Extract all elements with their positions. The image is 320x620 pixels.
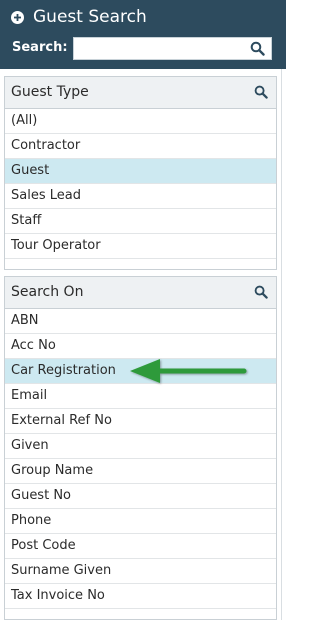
guest-type-list: (All) Contractor Guest Sales Lead Staff …: [5, 109, 276, 259]
search-icon[interactable]: [254, 285, 268, 299]
list-item-all[interactable]: (All): [5, 109, 276, 134]
list-item-abn[interactable]: ABN: [5, 309, 276, 334]
search-box[interactable]: [73, 37, 272, 60]
guest-type-header: Guest Type: [5, 77, 276, 109]
list-item-tax-invoice-no[interactable]: Tax Invoice No: [5, 584, 276, 609]
list-item-tour-operator[interactable]: Tour Operator: [5, 234, 276, 259]
search-on-panel: Search On ABN Acc No Car Registration Em…: [4, 276, 277, 620]
list-item-guest-no[interactable]: Guest No: [5, 484, 276, 509]
search-on-header: Search On: [5, 277, 276, 309]
search-icon[interactable]: [254, 85, 268, 99]
list-item-guest[interactable]: Guest: [5, 159, 276, 184]
search-on-title: Search On: [11, 284, 84, 300]
list-item-staff[interactable]: Staff: [5, 209, 276, 234]
header-bar: Guest Search Search:: [0, 0, 286, 69]
guest-type-panel: Guest Type (All) Contractor Guest Sales …: [4, 76, 277, 270]
left-arrow-icon: [130, 359, 247, 383]
header-title-row: Guest Search: [11, 6, 147, 28]
list-item-group-name[interactable]: Group Name: [5, 459, 276, 484]
list-item-surname-given[interactable]: Surname Given: [5, 559, 276, 584]
search-input[interactable]: [78, 40, 238, 57]
search-icon[interactable]: [250, 41, 265, 56]
list-item-sales-lead[interactable]: Sales Lead: [5, 184, 276, 209]
list-item-contractor[interactable]: Contractor: [5, 134, 276, 159]
page-title: Guest Search: [33, 7, 147, 27]
list-item-external-ref-no[interactable]: External Ref No: [5, 409, 276, 434]
side-divider: [281, 69, 287, 620]
list-item-email[interactable]: Email: [5, 384, 276, 409]
list-item-phone[interactable]: Phone: [5, 509, 276, 534]
search-label: Search:: [12, 40, 68, 55]
list-item-post-code[interactable]: Post Code: [5, 534, 276, 559]
search-on-list: ABN Acc No Car Registration Email Extern…: [5, 309, 276, 609]
guest-type-title: Guest Type: [11, 84, 89, 100]
list-item-given[interactable]: Given: [5, 434, 276, 459]
plus-circle-icon[interactable]: [11, 10, 24, 24]
